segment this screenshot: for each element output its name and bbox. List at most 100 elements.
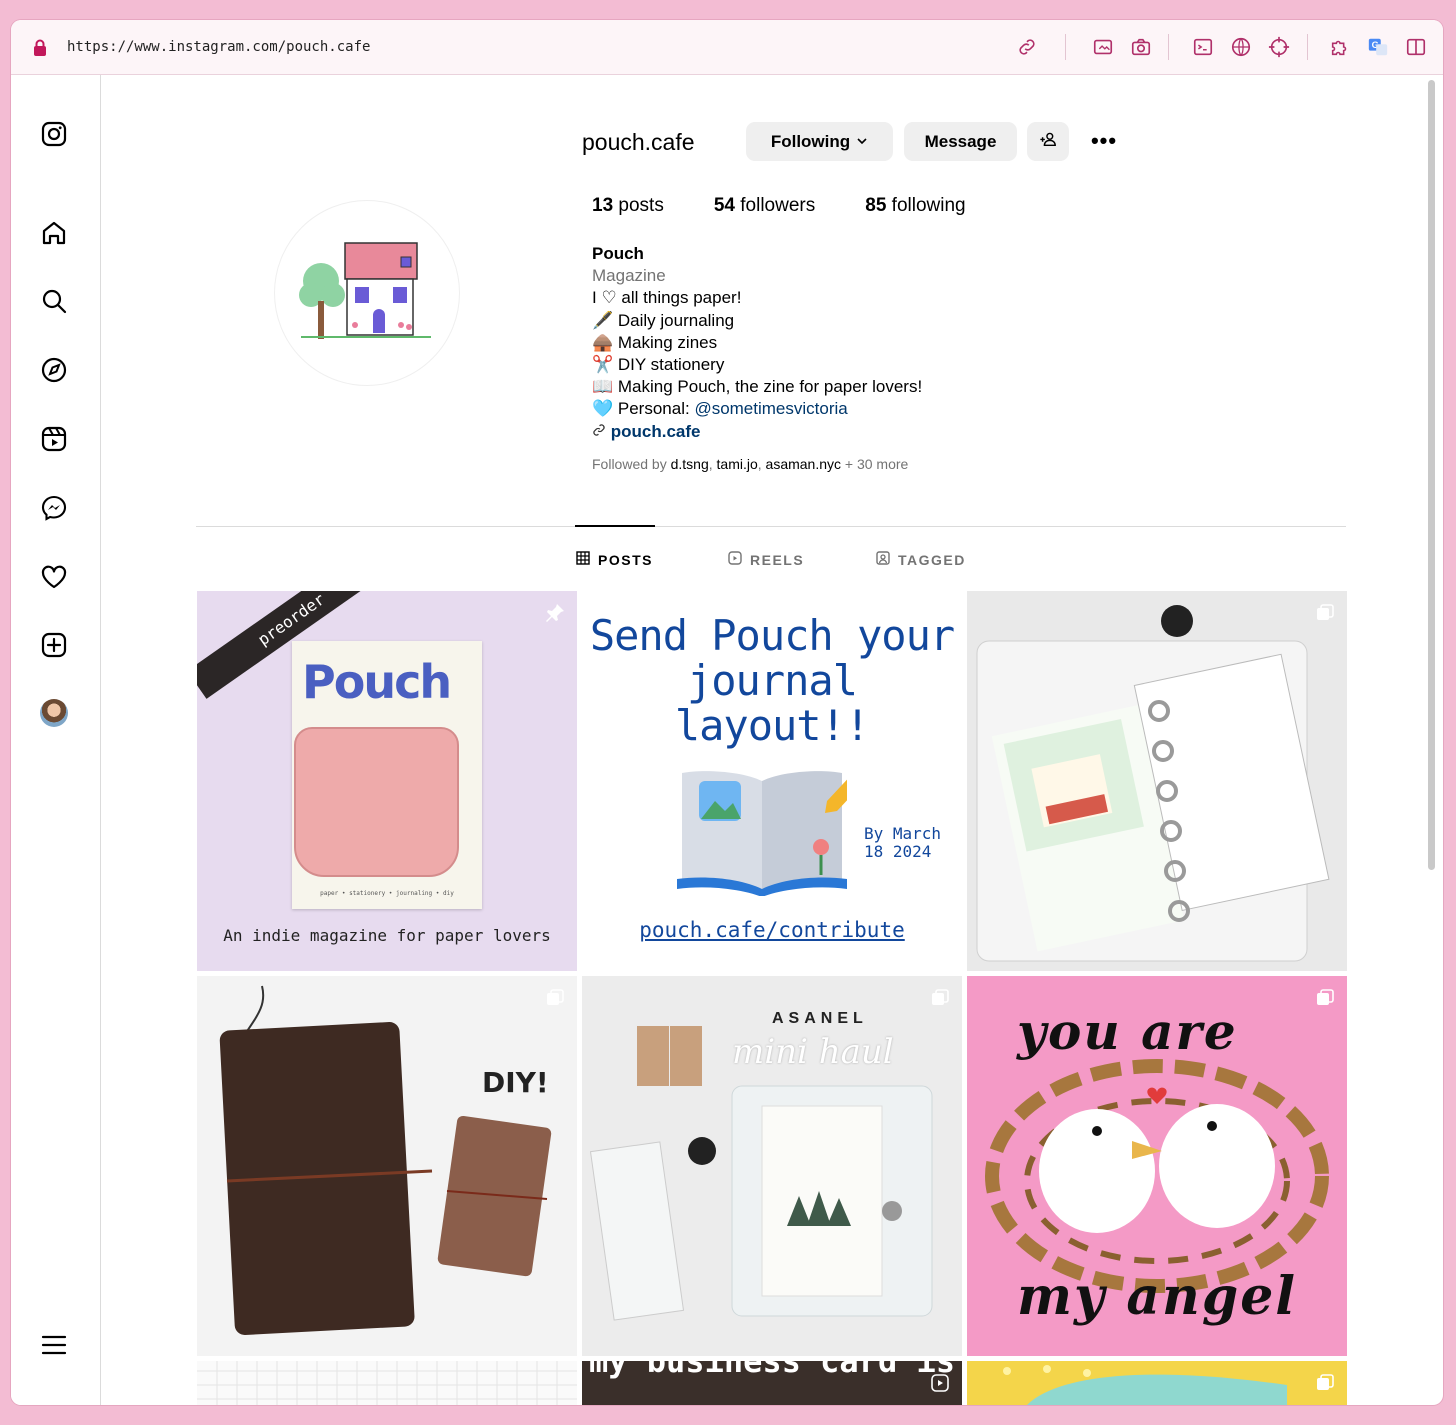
messenger-icon[interactable] <box>39 493 69 523</box>
carousel-icon <box>1315 1373 1335 1393</box>
add-user-icon <box>1039 130 1057 153</box>
bio-website-line: pouch.cafe <box>592 421 922 443</box>
followed-by-user[interactable]: d.tsng <box>671 456 709 472</box>
address-bar[interactable]: https://www.instagram.com/pouch.cafe G <box>11 20 1443 75</box>
following-stat[interactable]: 85 following <box>865 195 965 217</box>
post-caption: An indie magazine for paper lovers <box>223 926 551 945</box>
post-thumbnail[interactable] <box>967 591 1347 971</box>
post-text-top: you are <box>1017 1002 1238 1061</box>
page-scrollbar[interactable] <box>1425 80 1437 1400</box>
post-thumbnail[interactable]: Send Pouch your journal layout!! By Marc… <box>582 591 962 971</box>
followed-by-prefix: Followed by <box>592 456 671 472</box>
posts-count: 13 <box>592 195 614 216</box>
followers-stat[interactable]: 54 followers <box>714 195 815 217</box>
create-icon[interactable] <box>39 630 69 660</box>
following-count: 85 <box>865 195 887 216</box>
bio-line: 📖 Making Pouch, the zine for paper lover… <box>592 377 923 397</box>
tab-reels[interactable]: REELS <box>728 551 804 568</box>
sidebar-icon[interactable] <box>1404 35 1428 59</box>
message-button[interactable]: Message <box>904 122 1017 161</box>
scrollbar-thumb[interactable] <box>1428 80 1435 870</box>
bio-name: Pouch <box>592 244 644 263</box>
deadline-line: 18 2024 <box>864 842 932 861</box>
url-text[interactable]: https://www.instagram.com/pouch.cafe <box>67 39 370 55</box>
post-thumbnail[interactable]: ASANEL mini haul <box>582 976 962 1356</box>
carousel-icon <box>1315 603 1335 623</box>
tab-posts[interactable]: POSTS <box>576 551 653 568</box>
bio-line: I ♡ all things paper! <box>592 288 742 308</box>
link-icon[interactable] <box>1015 35 1039 59</box>
camera-icon[interactable] <box>1129 35 1153 59</box>
terminal-icon[interactable] <box>1191 35 1215 59</box>
deadline-text: By March 18 2024 <box>864 825 941 861</box>
post-thumbnail[interactable]: you are my angel <box>967 976 1347 1356</box>
crosshair-icon[interactable] <box>1267 35 1291 59</box>
post-thumbnail[interactable] <box>967 1361 1347 1405</box>
message-button-label: Message <box>924 131 997 151</box>
carousel-icon <box>930 988 950 1008</box>
bio-line: 🛖 Making zines <box>592 332 718 352</box>
post-title: Send Pouch your journal layout!! <box>589 611 955 750</box>
search-icon[interactable] <box>39 286 69 316</box>
post-thumbnail[interactable]: DIY! <box>197 976 577 1356</box>
image-icon[interactable] <box>1091 35 1115 59</box>
magazine-footer: paper • stationery • journaling • diy <box>320 890 454 897</box>
profile-picture[interactable] <box>274 200 460 386</box>
post-thumbnail[interactable] <box>197 1361 577 1405</box>
posts-stat: 13 posts <box>592 195 664 217</box>
bio-personal-line: 🩵 Personal: @sometimesvictoria <box>592 398 922 420</box>
reels-icon[interactable] <box>39 424 69 454</box>
post-text-bottom: my angel <box>1017 1266 1298 1327</box>
followed-by-user[interactable]: asaman.nyc <box>766 456 841 472</box>
browser-window: https://www.instagram.com/pouch.cafe G p… <box>11 20 1443 1405</box>
bio-mention-link[interactable]: @sometimesvictoria <box>694 399 847 418</box>
bio-line: ✂️ DIY stationery <box>592 355 725 375</box>
puzzle-icon[interactable] <box>1328 35 1352 59</box>
profile-username: pouch.cafe <box>582 129 695 155</box>
planner-photo <box>967 591 1347 971</box>
profile-stats: 13 posts 54 followers 85 following <box>592 195 966 217</box>
bio-website-link[interactable]: pouch.cafe <box>611 422 701 441</box>
menu-icon[interactable] <box>39 1330 69 1360</box>
profile-main: pouch.cafe Following Message ••• 13 post… <box>102 75 1422 1405</box>
profile-avatar[interactable] <box>40 699 68 727</box>
post-text: mini haul <box>732 1032 894 1072</box>
pin-icon <box>543 601 567 631</box>
heart-icon[interactable] <box>39 562 69 592</box>
instagram-logo-icon[interactable] <box>39 119 69 149</box>
explore-icon[interactable] <box>39 355 69 385</box>
suggested-users-button[interactable] <box>1027 122 1069 161</box>
magazine-title: Pouch <box>302 655 452 709</box>
globe-icon[interactable] <box>1229 35 1253 59</box>
followed-by-user[interactable]: tami.jo <box>717 456 758 472</box>
following-button-label: Following <box>770 131 851 151</box>
lock-icon <box>33 39 47 57</box>
toolbar-divider <box>1307 34 1308 60</box>
post-text: DIY! <box>482 1066 549 1099</box>
followed-by-more: + 30 more <box>841 456 909 472</box>
followed-by[interactable]: Followed by d.tsng, tami.jo, asaman.nyc … <box>592 456 908 472</box>
followers-count: 54 <box>713 195 735 216</box>
reels-icon <box>728 551 742 568</box>
more-options-icon[interactable]: ••• <box>1087 128 1121 153</box>
following-button[interactable]: Following <box>746 122 893 161</box>
post-thumbnail[interactable]: preorder Pouch paper • stationery • jour… <box>197 591 577 971</box>
toolbar-divider <box>1065 34 1066 60</box>
pouch-photo <box>1003 1365 1287 1405</box>
active-tab-indicator <box>575 525 655 527</box>
tab-tagged[interactable]: TAGGED <box>876 551 966 568</box>
bio-personal-prefix: 🩵 Personal: <box>592 399 695 419</box>
nav-sidebar <box>11 75 101 1405</box>
home-icon[interactable] <box>39 218 69 248</box>
magazine-cover: Pouch paper • stationery • journaling • … <box>292 641 482 909</box>
tab-tagged-label: TAGGED <box>898 551 966 568</box>
tabs-divider <box>196 526 1346 527</box>
translate-icon[interactable]: G <box>1366 35 1390 59</box>
carousel-icon <box>545 988 565 1008</box>
open-book-icon <box>677 771 847 896</box>
carousel-icon <box>1315 988 1335 1008</box>
post-thumbnail[interactable]: my business card is <box>582 1361 962 1405</box>
toolbar-divider <box>1168 34 1169 60</box>
reel-icon <box>930 1373 950 1393</box>
contribute-link: pouch.cafe/contribute <box>639 918 905 942</box>
